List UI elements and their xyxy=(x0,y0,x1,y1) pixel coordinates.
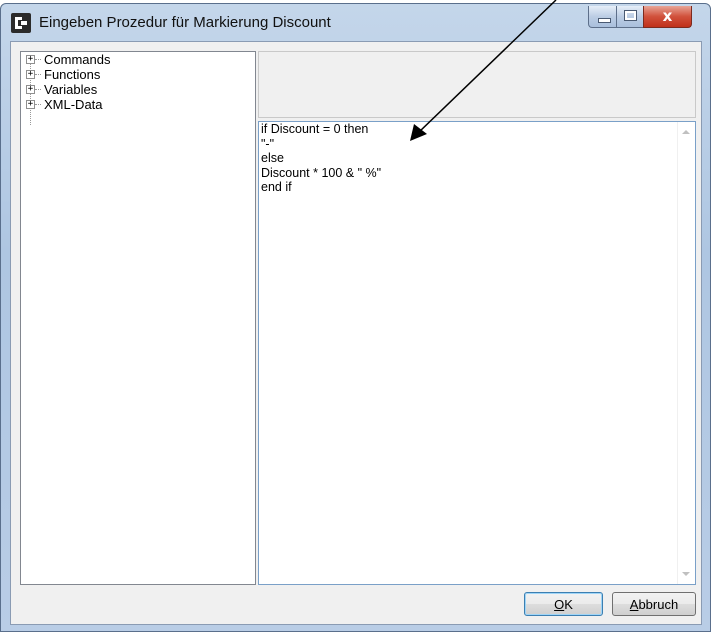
arrow-shaft xyxy=(417,0,557,134)
annotation-arrow xyxy=(410,0,557,141)
